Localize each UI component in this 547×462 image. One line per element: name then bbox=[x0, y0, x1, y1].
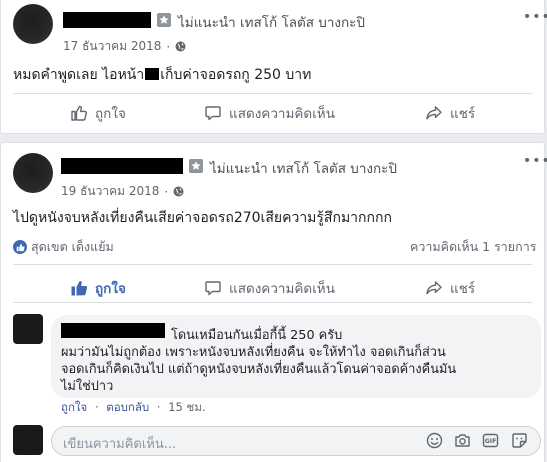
commenter-avatar[interactable] bbox=[13, 314, 43, 344]
sticker-icon[interactable] bbox=[511, 432, 528, 449]
viewer-avatar[interactable] bbox=[13, 425, 43, 455]
emoji-icon[interactable] bbox=[426, 432, 443, 449]
share-label: แชร์ bbox=[450, 281, 476, 297]
like-button[interactable]: ถูกใจ bbox=[70, 102, 126, 124]
share-icon bbox=[426, 106, 442, 120]
svg-text:GIF: GIF bbox=[485, 438, 497, 445]
comment-text-line-4: ไม่ใช่ปาว bbox=[61, 379, 114, 394]
star-icon bbox=[157, 13, 171, 27]
camera-icon[interactable] bbox=[454, 432, 471, 449]
author-avatar[interactable] bbox=[13, 153, 53, 193]
more-dots-icon[interactable]: ••• bbox=[523, 153, 547, 169]
comment-label: แสดงความคิดเห็น bbox=[229, 281, 335, 297]
comment-input[interactable]: เขียนความคิดเห็น... bbox=[63, 433, 176, 454]
redacted-word bbox=[145, 68, 160, 80]
dot-separator: · bbox=[166, 39, 171, 54]
like-label: ถูกใจ bbox=[95, 106, 126, 122]
share-button[interactable]: แชร์ bbox=[425, 102, 475, 124]
comment-icon bbox=[205, 281, 221, 296]
like-icon bbox=[71, 281, 88, 296]
author-avatar[interactable] bbox=[13, 4, 53, 44]
like-icon bbox=[71, 105, 88, 121]
comment-reply-link[interactable]: ตอบกลับ bbox=[106, 400, 149, 414]
gif-icon[interactable]: GIF bbox=[482, 432, 499, 449]
like-label: ถูกใจ bbox=[95, 281, 126, 297]
more-dots-icon[interactable]: ••• bbox=[523, 9, 547, 25]
comment-button[interactable]: แสดงความคิดเห็น bbox=[204, 277, 335, 299]
comment-label: แสดงความคิดเห็น bbox=[229, 106, 335, 122]
star-icon bbox=[189, 159, 203, 173]
globe-icon bbox=[173, 186, 184, 197]
post-text-part2: เก็บค่าจอดรถกู 250 บาท bbox=[160, 67, 312, 83]
page-name-link[interactable]: ไม่แนะนำ เทสโก้ โลตัส บางกะปิ bbox=[178, 11, 365, 33]
dot-separator: · bbox=[164, 184, 169, 199]
dot-separator: · bbox=[156, 400, 161, 414]
redacted-author-name bbox=[61, 158, 183, 174]
post-timestamp: 19 ธันวาคม 2018 · bbox=[61, 182, 184, 201]
globe-icon bbox=[175, 41, 186, 52]
reactions-summary[interactable]: สุดเขต เด็งแย้ม bbox=[13, 237, 114, 257]
share-button[interactable]: แชร์ bbox=[425, 277, 475, 299]
share-label: แชร์ bbox=[450, 106, 476, 122]
dot-separator: · bbox=[94, 400, 99, 414]
post-card-2: ไม่แนะนำ เทสโก้ โลตัส บางกะปิ ••• 19 ธัน… bbox=[0, 142, 547, 462]
like-reaction-icon bbox=[13, 240, 27, 254]
comment-time[interactable]: 15 ชม. bbox=[168, 400, 205, 414]
post-date[interactable]: 19 ธันวาคม 2018 bbox=[61, 182, 159, 201]
comment-like-link[interactable]: ถูกใจ bbox=[61, 400, 87, 414]
comment-icon bbox=[205, 106, 221, 121]
page-name-link[interactable]: ไม่แนะนำ เทสโก้ โลตัส บางกะปิ bbox=[210, 157, 397, 179]
comment-actions: ถูกใจ · ตอบกลับ · 15 ชม. bbox=[61, 399, 206, 417]
comment-button[interactable]: แสดงความคิดเห็น bbox=[204, 102, 335, 124]
post-timestamp: 17 ธันวาคม 2018 · bbox=[63, 37, 186, 56]
post-text-part1: หมดคำพูดเลย ไอหน้า bbox=[13, 67, 145, 83]
post-body: ไปดูหนังจบหลังเที่ยงคืนเสียค่าจอดรถ270เส… bbox=[13, 210, 392, 226]
like-button[interactable]: ถูกใจ bbox=[70, 277, 126, 299]
redacted-author-name bbox=[63, 12, 151, 28]
comment-text-line-3: จอดเกินก็คิดเงินไป แต่ถ้าดูหนังจบหลังเที… bbox=[61, 362, 457, 377]
post-body: หมดคำพูดเลย ไอหน้า เก็บค่าจอดรถกู 250 บาท bbox=[13, 64, 311, 86]
divider bbox=[13, 93, 532, 94]
reactor-name[interactable]: สุดเขต เด็งแย้ม bbox=[31, 237, 114, 257]
divider bbox=[13, 302, 532, 303]
share-icon bbox=[426, 281, 442, 295]
comments-count[interactable]: ความคิดเห็น 1 รายการ bbox=[410, 237, 536, 257]
post-card-1: ไม่แนะนำ เทสโก้ โลตัส บางกะปิ ••• 17 ธัน… bbox=[0, 0, 547, 134]
divider bbox=[13, 264, 532, 265]
redacted-commenter-name bbox=[61, 323, 165, 338]
post-date[interactable]: 17 ธันวาคม 2018 bbox=[63, 37, 161, 56]
